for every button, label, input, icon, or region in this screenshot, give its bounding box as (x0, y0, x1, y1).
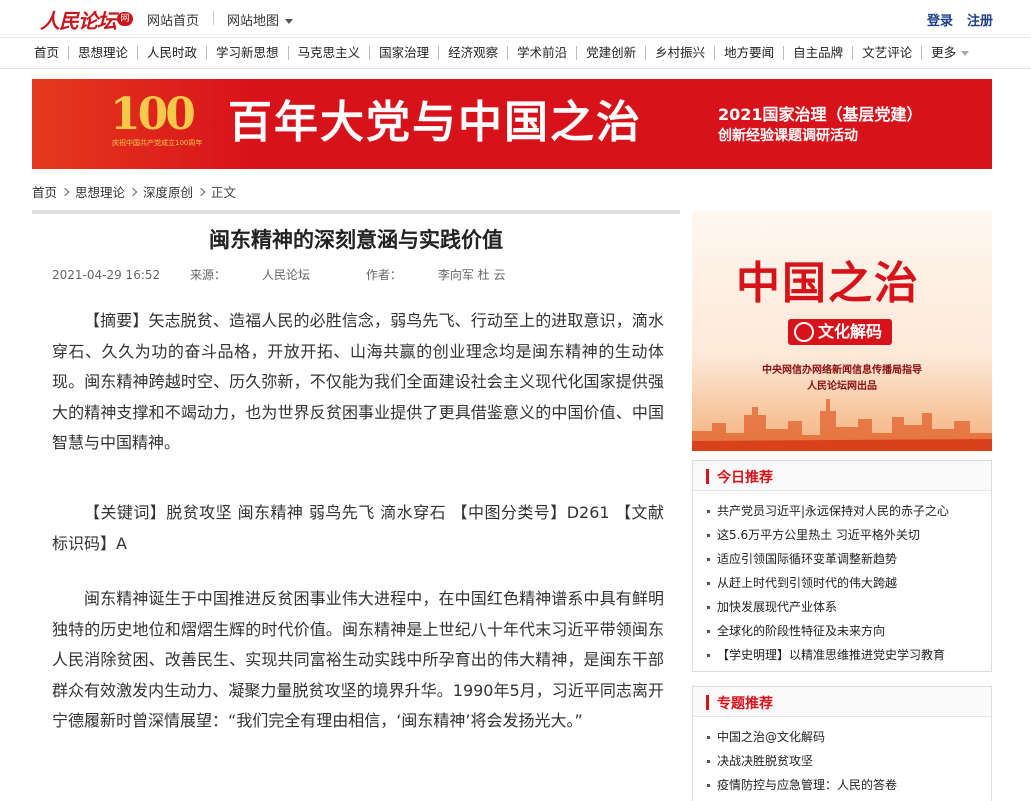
logo-badge: 网 (117, 12, 133, 26)
nav-item[interactable]: 党建创新 (576, 46, 645, 60)
breadcrumb-theory[interactable]: 思想理论 (75, 182, 125, 201)
promo-badge-label: 文化解码 (818, 322, 883, 341)
divider (32, 210, 680, 214)
nav-item[interactable]: 学习新思想 (206, 46, 288, 60)
breadcrumb: 首页 思想理论 深度原创 正文 (32, 182, 236, 201)
chevron-right-icon (60, 187, 70, 196)
nav-item[interactable]: 人民时政 (137, 46, 206, 60)
list-item[interactable]: 加快发展现代产业体系 (705, 595, 985, 619)
emblem-caption: 庆祝中国共产党成立100周年 (112, 139, 203, 147)
home-link[interactable]: 网站首页 (147, 10, 199, 29)
chevron-right-icon (196, 187, 206, 196)
login-link[interactable]: 登录 (927, 10, 953, 29)
list-item[interactable]: 全球化的阶段性特征及未来方向 (705, 619, 985, 643)
nav-item[interactable]: 自主品牌 (783, 46, 852, 60)
promo-title: 中国之治 (736, 258, 920, 309)
centenary-emblem: 100 庆祝中国共产党成立100周年 (110, 87, 210, 161)
register-link[interactable]: 注册 (967, 10, 993, 29)
list-item[interactable]: 疫情防控与应急管理：人民的答卷 (705, 773, 985, 797)
skyline-illustration (692, 393, 992, 451)
article-source: 来源： 人民论坛 (190, 268, 336, 282)
article-title: 闽东精神的深刻意涵与实践价值 (209, 227, 503, 252)
nav-item[interactable]: 地方要闻 (714, 46, 783, 60)
banner-title: 百年大党与中国之治 (228, 97, 642, 148)
article: 闽东精神的深刻意涵与实践价值 2021-04-29 16:52 来源： 人民论坛 … (32, 210, 680, 801)
panel-title: 今日推荐 (717, 470, 773, 486)
topic-recommend-panel: 专题推荐 中国之治@文化解码 决战决胜脱贫攻坚 疫情防控与应急管理：人民的答卷 (692, 686, 992, 801)
accent-bar (706, 695, 709, 710)
site-map-label: 网站地图 (227, 14, 280, 29)
accent-bar (706, 469, 709, 484)
nav-item[interactable]: 学术前沿 (507, 46, 576, 60)
source-label: 来源： (189, 268, 226, 282)
emblem-number: 100 (110, 89, 196, 140)
nav-item[interactable]: 乡村振兴 (645, 46, 714, 60)
nav-item[interactable]: 首页 (34, 46, 68, 60)
promo-badge: 文化解码 (788, 319, 893, 345)
panel-header: 专题推荐 (693, 687, 991, 717)
article-author: 作者： 李向军 杜 云 (366, 268, 532, 282)
nav-more[interactable]: 更多 (921, 46, 978, 60)
panel-title: 专题推荐 (717, 696, 773, 712)
author-value: 李向军 杜 云 (437, 268, 506, 282)
promo-credit: 中央网信办网络新闻信息传播局指导 (762, 365, 922, 376)
promo-credit: 人民论坛网出品 (807, 381, 877, 392)
panel-header: 今日推荐 (693, 461, 991, 491)
author-label: 作者： (365, 268, 402, 282)
logo-text: 人民论坛 (40, 8, 117, 33)
list-item[interactable]: 共产党员习近平|永远保持对人民的赤子之心 (705, 499, 985, 523)
list-item[interactable]: 中国之治@文化解码 (705, 725, 985, 749)
list-item[interactable]: 决战决胜脱贫攻坚 (705, 749, 985, 773)
nav-more-label: 更多 (931, 45, 957, 60)
today-recommend-panel: 今日推荐 共产党员习近平|永远保持对人民的赤子之心 这5.6万平方公里热土 习近… (692, 460, 992, 672)
chevron-down-icon (285, 19, 294, 24)
breadcrumb-original[interactable]: 深度原创 (143, 182, 193, 201)
article-date: 2021-04-29 16:52 (52, 268, 161, 282)
nav-item[interactable]: 经济观察 (438, 46, 507, 60)
seal-icon (794, 322, 814, 342)
article-keywords: 【关键词】脱贫攻坚 闽东精神 弱鸟先飞 滴水穿石 【中图分类号】D261 【文献… (52, 503, 664, 553)
list-item[interactable]: 从赶上时代到引领时代的伟大跨越 (705, 571, 985, 595)
top-bar: 人民论坛 网 网站首页 网站地图 登录 注册 (0, 0, 1031, 38)
banner-subtitle: 创新经验课题调研活动 (718, 128, 858, 144)
site-map-link[interactable]: 网站地图 (227, 10, 294, 29)
chevron-right-icon (128, 187, 138, 196)
banner-subtitle: 2021国家治理（基层党建） (718, 105, 923, 124)
promo-banner[interactable]: 100 庆祝中国共产党成立100周年 百年大党与中国之治 2021国家治理（基层… (32, 79, 992, 169)
nav-item[interactable]: 国家治理 (369, 46, 438, 60)
list-item[interactable]: 适应引领国际循环变革调整新趋势 (705, 547, 985, 571)
nav-item[interactable]: 马克思主义 (287, 46, 370, 60)
list-item[interactable]: 【学史明理】以精准思维推进党史学习教育 (705, 643, 985, 667)
article-paragraph: 闽东精神诞生于中国推进反贫困事业伟大进程中，在中国红色精神谱系中具有鲜明独特的历… (52, 589, 664, 730)
site-logo[interactable]: 人民论坛 网 (40, 6, 133, 33)
nav-item[interactable]: 文艺评论 (852, 46, 921, 60)
article-meta: 2021-04-29 16:52 来源： 人民论坛 作者： 李向军 杜 云 (52, 266, 557, 283)
divider (213, 11, 214, 25)
nav-item[interactable]: 思想理论 (68, 46, 137, 60)
source-value: 人民论坛 (261, 268, 310, 282)
chevron-down-icon (961, 51, 970, 56)
breadcrumb-current: 正文 (211, 185, 237, 200)
breadcrumb-home[interactable]: 首页 (32, 182, 57, 201)
list-item[interactable]: 这5.6万平方公里热土 习近平格外关切 (705, 523, 985, 547)
promo-image[interactable]: 中国之治 文化解码 中央网信办网络新闻信息传播局指导 人民论坛网出品 (692, 211, 992, 451)
article-abstract: 【摘要】矢志脱贫、造福人民的必胜信念，弱鸟先飞、行动至上的进取意识，滴水穿石、久… (52, 311, 664, 452)
main-nav: 首页 思想理论 人民时政 学习新思想 马克思主义 国家治理 经济观察 学术前沿 … (0, 39, 1031, 69)
